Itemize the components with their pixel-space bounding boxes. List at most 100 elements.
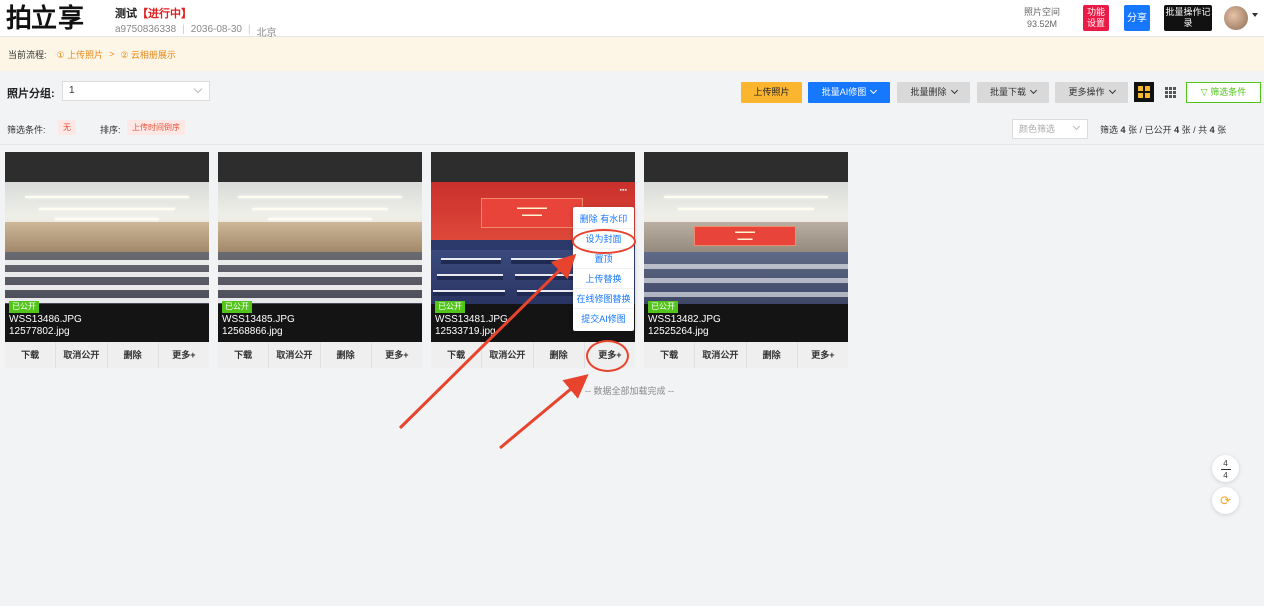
unpublish-button[interactable]: 取消公开	[56, 342, 108, 368]
more-button[interactable]: 更多+	[372, 342, 422, 368]
download-button[interactable]: 下载	[218, 342, 270, 368]
photo-card[interactable]: ▬▬▬▬ ▬▬▬ ▪▪▪ 已公开 WSS13482.JPG 12525264.jp…	[644, 152, 848, 368]
chevron-down-icon	[950, 86, 958, 95]
photo-filename: WSS13481.JPG 12533719.jpg	[435, 314, 508, 338]
flow-label: 当前流程:	[8, 49, 47, 60]
share-label: 分享	[1127, 12, 1147, 24]
menu-item-delete-watermarked[interactable]: 删除 有水印	[573, 209, 634, 229]
unpublish-button[interactable]: 取消公开	[695, 342, 747, 368]
filter-row: 筛选条件: 无 排序: 上传时间倒序 颜色筛选 筛选 4 张 / 已公开 4 张…	[0, 113, 1264, 145]
stage-banner-image: ▬▬▬▬ ▬▬▬	[694, 226, 796, 246]
group-select[interactable]: 1	[62, 81, 210, 101]
download-button[interactable]: 下载	[644, 342, 696, 368]
refresh-icon[interactable]: ⟳	[1212, 487, 1239, 514]
page-indicator[interactable]: 4 4	[1212, 455, 1239, 482]
all-loaded-text: -- 数据全部加载完成 --	[585, 386, 674, 396]
caret-down-icon[interactable]	[1252, 13, 1258, 17]
photo-card[interactable]: ▪▪▪ 已公开 WSS13486.JPG 12577802.jpg 下载 取消公…	[5, 152, 209, 368]
stage-banner-image: ▬▬▬▬▬▬ ▬▬▬▬	[481, 198, 583, 228]
menu-item-submit-ai-edit[interactable]: 提交AI修图	[573, 309, 634, 329]
more-dropdown-menu: 删除 有水印 设为封面 置顶 上传替换 在线修图替换 提交AI修图	[573, 207, 634, 331]
more-button[interactable]: 更多+	[798, 342, 848, 368]
watermark-logo-icon: ▪▪▪	[832, 187, 840, 194]
function-settings-button[interactable]: 功能设置	[1083, 5, 1109, 31]
annotation-arrow-to-more	[499, 374, 589, 450]
filter-button-label: ▽ 筛选条件	[1200, 87, 1247, 97]
photo-space-value: 93.52M	[1026, 19, 1058, 29]
public-badge: 已公开	[435, 301, 465, 313]
photo-stats: 筛选 4 张 / 已公开 4 张 / 共 4 张	[1100, 123, 1226, 136]
top-header: 拍立 享 测试【进行中】 a9750836338 | 2036-08-30 | …	[0, 0, 1264, 39]
photo-thumbnail[interactable]	[5, 182, 209, 304]
delete-button[interactable]: 删除	[321, 342, 372, 368]
download-button[interactable]: 下载	[5, 342, 57, 368]
toolbar: 照片分组: 1 上传照片 批量AI修图 批量删除 批量下载 更多操作 ▽ 筛选条…	[0, 71, 1264, 113]
avatar[interactable]	[1224, 6, 1248, 30]
batch-ai-edit-button[interactable]: 批量AI修图	[808, 82, 890, 103]
share-button[interactable]: 分享	[1124, 5, 1150, 31]
photo-name: WSS13485.JPG	[222, 314, 295, 325]
menu-item-online-edit-replace[interactable]: 在线修图替换	[573, 289, 634, 309]
stats-text: 筛选	[1100, 125, 1119, 135]
project-title: 测试【进行中】	[115, 5, 277, 21]
large-grid-view-icon[interactable]	[1134, 82, 1154, 102]
stats-text: 张 / 共	[1181, 125, 1208, 135]
menu-item-upload-replace[interactable]: 上传替换	[573, 269, 634, 289]
photo-name: WSS13482.JPG	[648, 314, 721, 325]
more-operations-button[interactable]: 更多操作	[1055, 82, 1128, 103]
color-filter-select[interactable]: 颜色筛选	[1012, 119, 1088, 139]
group-label: 照片分组:	[7, 88, 55, 100]
annotation-circle-set-cover	[572, 229, 636, 254]
batch-download-button[interactable]: 批量下载	[977, 82, 1049, 103]
flow-step-album[interactable]: ② 云相册展示	[120, 48, 176, 61]
filter-label: 筛选条件:	[7, 125, 46, 135]
more-operations-label: 更多操作	[1068, 87, 1105, 97]
batch-delete-label: 批量删除	[910, 87, 947, 97]
watermark-logo-icon: ▪▪▪	[193, 187, 201, 194]
filter-conditions-button[interactable]: ▽ 筛选条件	[1186, 82, 1261, 103]
more-button[interactable]: 更多+	[159, 342, 209, 368]
stats-total-count: 4	[1209, 125, 1215, 135]
chevron-down-icon	[1072, 122, 1081, 131]
stats-text: 张	[1217, 125, 1227, 135]
photo-actions: 下载 取消公开 删除 更多+	[644, 342, 848, 368]
chevron-down-icon	[870, 86, 878, 95]
stats-filtered-count: 4	[1120, 125, 1126, 135]
filter-value-tag: 无	[58, 120, 76, 135]
chevron-down-icon	[193, 84, 203, 94]
delete-button[interactable]: 删除	[108, 342, 159, 368]
download-button[interactable]: 下载	[431, 342, 483, 368]
page-total: 4	[1223, 471, 1228, 480]
photo-space: 照片空间 93.52M	[1024, 6, 1060, 30]
watermark-logo-icon: ▪▪▪	[619, 187, 627, 194]
stats-public-count: 4	[1174, 125, 1180, 135]
small-grid-view-icon[interactable]	[1160, 82, 1180, 102]
upload-label: 上传照片	[753, 87, 790, 97]
flow-arrow: >	[109, 49, 115, 59]
batch-ai-label: 批量AI修图	[821, 87, 867, 97]
photo-name: WSS13481.JPG	[435, 314, 508, 325]
chevron-down-icon	[1108, 86, 1116, 95]
photo-filename: WSS13485.JPG 12568866.jpg	[222, 314, 295, 338]
group-select-value: 1	[69, 85, 75, 96]
sort-label: 排序:	[100, 125, 121, 135]
public-badge: 已公开	[648, 301, 678, 313]
photo-filename: WSS13486.JPG 12577802.jpg	[9, 314, 82, 338]
stats-text: 张 / 已公开	[1128, 125, 1172, 135]
logo[interactable]: 拍立 享	[6, 3, 87, 33]
upload-photo-button[interactable]: 上传照片	[741, 82, 802, 103]
photo-card[interactable]: ▪▪▪ 已公开 WSS13485.JPG 12568866.jpg 下载 取消公…	[218, 152, 422, 368]
photo-actions: 下载 取消公开 删除 更多+	[5, 342, 209, 368]
unpublish-button[interactable]: 取消公开	[482, 342, 534, 368]
unpublish-button[interactable]: 取消公开	[269, 342, 321, 368]
photo-thumbnail[interactable]: ▬▬▬▬ ▬▬▬	[644, 182, 848, 304]
delete-button[interactable]: 删除	[747, 342, 798, 368]
photo-file: 12525264.jpg	[648, 326, 709, 337]
batch-log-button[interactable]: 批量操作记录	[1164, 5, 1212, 31]
public-badge: 已公开	[9, 301, 39, 313]
delete-button[interactable]: 删除	[534, 342, 585, 368]
flow-step-upload[interactable]: ① 上传照片	[57, 48, 104, 61]
sort-value-tag[interactable]: 上传时间倒序	[127, 120, 185, 135]
batch-delete-button[interactable]: 批量删除	[897, 82, 970, 103]
photo-thumbnail[interactable]	[218, 182, 422, 304]
